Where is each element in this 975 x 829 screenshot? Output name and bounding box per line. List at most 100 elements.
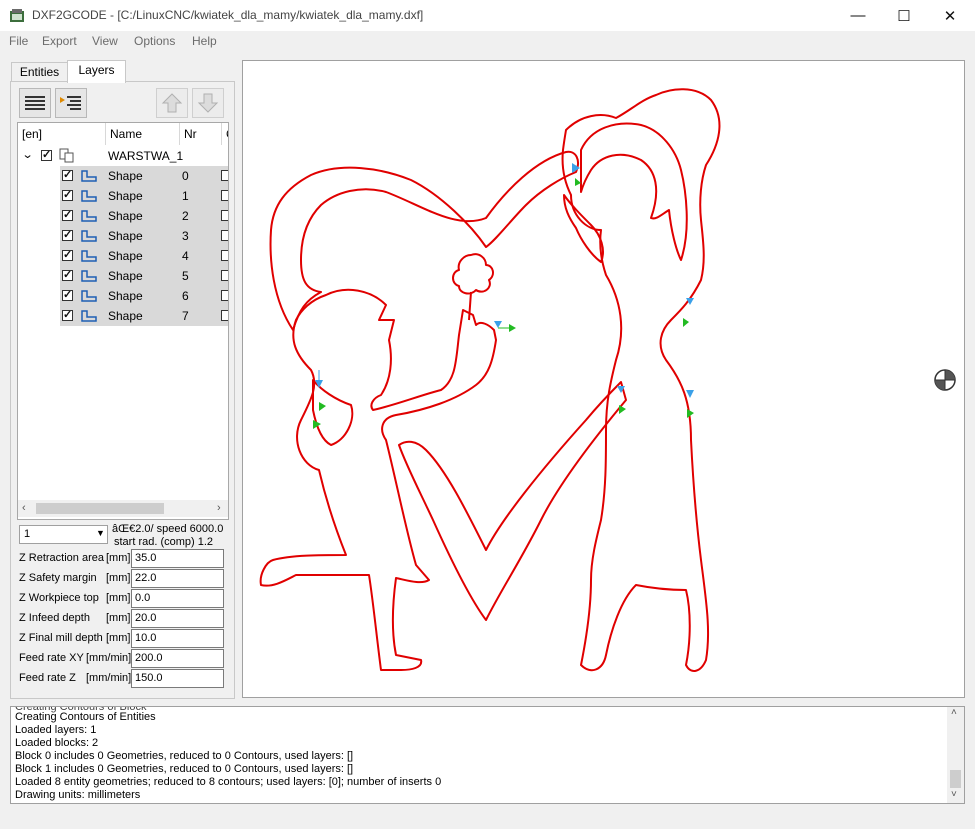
collapse-all-button[interactable] <box>19 88 51 118</box>
scrollbar-thumb[interactable] <box>950 770 961 788</box>
close-button[interactable]: ✕ <box>927 0 973 31</box>
contour-drawing[interactable] <box>243 61 964 697</box>
arrow-up-icon <box>161 93 183 113</box>
header-name[interactable]: Name <box>106 123 180 145</box>
param-unit: [mm] <box>106 572 131 584</box>
horizontal-scrollbar[interactable]: ‹ › <box>18 500 228 517</box>
drawing-canvas[interactable] <box>242 60 965 698</box>
tab-layers[interactable]: Layers <box>67 60 126 83</box>
menu-view[interactable]: View <box>92 34 118 48</box>
shape-checkbox[interactable] <box>62 288 73 301</box>
tab-entities[interactable]: Entities <box>11 62 68 82</box>
shape-icon <box>81 310 97 322</box>
shape-nr: 4 <box>182 249 189 263</box>
param-input[interactable]: 200.0 <box>131 649 224 668</box>
param-unit: [mm] <box>106 552 131 564</box>
shape-cut-checkbox[interactable] <box>221 270 228 281</box>
shape-icon <box>81 210 97 222</box>
shape-cut-checkbox[interactable] <box>221 310 228 321</box>
shape-cut-checkbox[interactable] <box>221 290 228 301</box>
shape-nr: 6 <box>182 289 189 303</box>
shape-checkbox[interactable] <box>62 168 73 181</box>
shape-name: Shape <box>108 249 143 263</box>
start-arrow-9 <box>619 405 626 414</box>
shape-checkbox[interactable] <box>62 268 73 281</box>
maximize-button[interactable]: ☐ <box>881 0 927 31</box>
param-label: Z Retraction area <box>19 552 104 564</box>
layer-name: WARSTWA_1 <box>108 149 184 163</box>
scroll-up-icon[interactable]: ˄ <box>951 707 957 718</box>
header-nr[interactable]: Nr <box>180 123 222 145</box>
tool-select-value: 1 <box>24 528 31 540</box>
shape-cut-checkbox[interactable] <box>221 210 228 221</box>
scrollbar-thumb[interactable] <box>36 503 164 514</box>
shape-cut-checkbox[interactable] <box>221 230 228 241</box>
shape-cut-checkbox[interactable] <box>221 250 228 261</box>
shape-checkbox[interactable] <box>62 248 73 261</box>
param-input[interactable]: 0.0 <box>131 589 224 608</box>
expand-list-icon <box>60 96 81 110</box>
shape-nr: 7 <box>182 309 189 323</box>
log-line: Block 0 includes 0 Geometries, reduced t… <box>15 750 354 762</box>
contour-girl <box>561 88 721 672</box>
list-icon <box>25 96 45 110</box>
param-input[interactable]: 10.0 <box>131 629 224 648</box>
shape-nr: 2 <box>182 209 189 223</box>
shape-checkbox[interactable] <box>62 308 73 321</box>
layers-tree[interactable]: [en] Name Nr C ⌄ WARSTWA_1 ‹ › Shape 0 Sha… <box>17 122 229 520</box>
tool-select[interactable]: 1 ▼ <box>19 525 108 544</box>
shape-nr: 0 <box>182 169 189 183</box>
param-unit: [mm/min] <box>86 652 132 664</box>
log-line: Loaded layers: 1 <box>15 724 97 736</box>
menu-file[interactable]: File <box>9 34 28 48</box>
scroll-left-icon[interactable]: ‹ <box>22 502 26 514</box>
start-arrow-6 <box>686 390 694 398</box>
arrow-down-icon <box>197 93 219 113</box>
minimize-button[interactable]: — <box>835 0 881 31</box>
window-title: DXF2GCODE - [C:/LinuxCNC/kwiatek_dla_mam… <box>32 8 424 22</box>
log-line: Drawing units: millimeters <box>15 789 141 801</box>
header-c[interactable]: C <box>222 123 228 145</box>
param-label: Z Final mill depth <box>19 632 103 644</box>
shape-name: Shape <box>108 309 143 323</box>
scroll-down-icon[interactable]: ˅ <box>951 789 957 800</box>
message-log[interactable]: Creating Contours of Block ˄ ˅ Creating … <box>10 706 965 804</box>
expand-all-button[interactable] <box>55 88 87 118</box>
param-label: Z Safety margin <box>19 572 97 584</box>
layer-row[interactable]: ⌄ WARSTWA_1 <box>18 146 228 166</box>
shape-checkbox[interactable] <box>62 228 73 241</box>
log-line: Loaded blocks: 2 <box>15 737 99 749</box>
shape-icon <box>81 190 97 202</box>
move-up-button[interactable] <box>156 88 188 118</box>
menu-export[interactable]: Export <box>42 34 77 48</box>
param-input[interactable]: 22.0 <box>131 569 224 588</box>
shape-cut-checkbox[interactable] <box>221 170 228 181</box>
menu-options[interactable]: Options <box>134 34 175 48</box>
scroll-right-icon[interactable]: › <box>217 502 221 514</box>
param-unit: [mm/min] <box>86 672 132 684</box>
vertical-scrollbar[interactable]: ˄ ˅ <box>947 707 964 803</box>
param-unit: [mm] <box>106 612 131 624</box>
param-input[interactable]: 150.0 <box>131 669 224 688</box>
shape-nr: 5 <box>182 269 189 283</box>
header-enabled[interactable]: [en] <box>18 123 106 145</box>
shape-checkbox[interactable] <box>62 188 73 201</box>
chevron-down-icon[interactable]: ⌄ <box>22 148 34 161</box>
contour-heart-outer <box>269 150 579 331</box>
shape-checkbox[interactable] <box>62 208 73 221</box>
log-line: Block 1 includes 0 Geometries, reduced t… <box>15 763 354 775</box>
layer-checkbox[interactable] <box>41 148 52 161</box>
app-icon <box>10 9 24 22</box>
shape-name: Shape <box>108 209 143 223</box>
contour-flower <box>452 253 494 321</box>
tool-info-line1: âŒ€2.0/ speed 6000.0 <box>112 523 224 535</box>
move-down-button[interactable] <box>192 88 224 118</box>
shape-name: Shape <box>108 169 143 183</box>
contour-girl-arm <box>563 194 604 263</box>
param-input[interactable]: 35.0 <box>131 549 224 568</box>
param-input[interactable]: 20.0 <box>131 609 224 628</box>
menu-help[interactable]: Help <box>192 34 217 48</box>
crosshair-icon[interactable] <box>933 368 957 392</box>
shape-name: Shape <box>108 189 143 203</box>
shape-cut-checkbox[interactable] <box>221 190 228 201</box>
